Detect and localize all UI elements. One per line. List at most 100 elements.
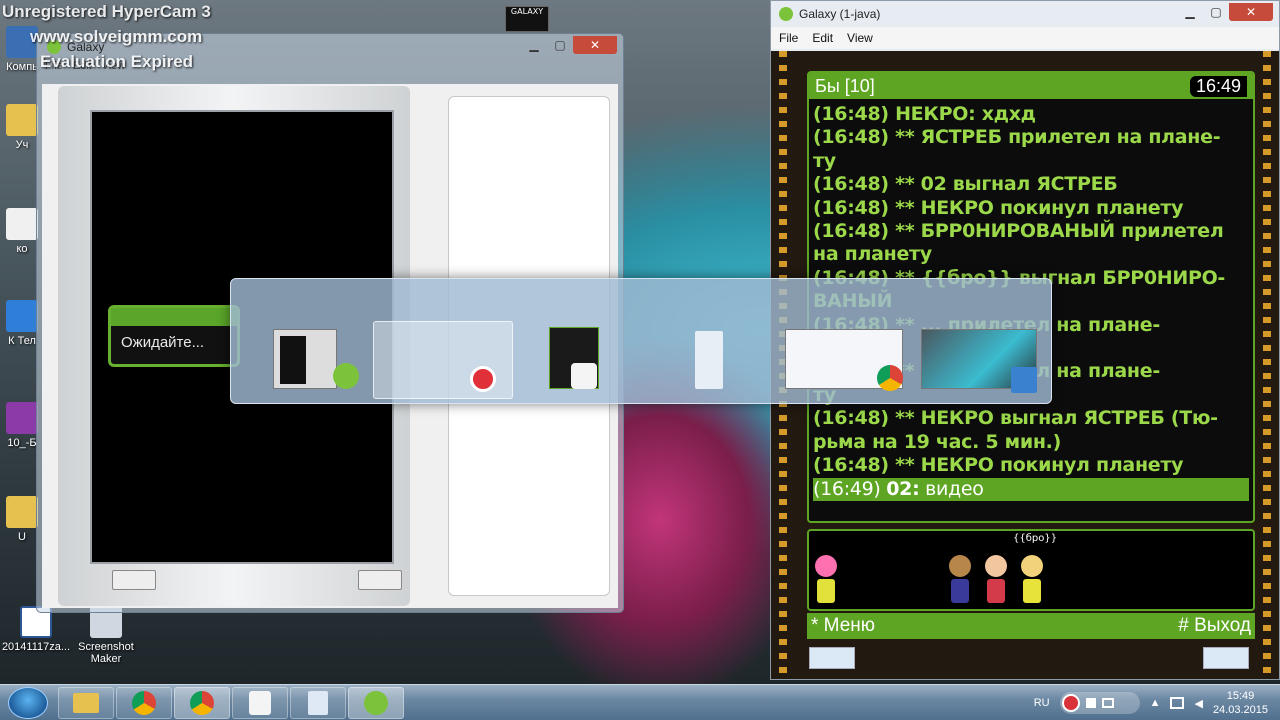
language-indicator[interactable]: RU xyxy=(1034,697,1050,709)
folder-icon xyxy=(73,693,99,713)
watermark-line-1: Unregistered HyperCam 3 xyxy=(2,2,211,21)
chat-message[interactable]: (16:48) ** БРР0НИРОВАНЫЙ прилетел xyxy=(813,220,1249,243)
galaxy-tray-thumbnail[interactable]: GALAXY xyxy=(505,6,549,32)
shortcut-icon xyxy=(6,300,38,332)
clock-date: 24.03.2015 xyxy=(1212,704,1268,716)
notepad-icon xyxy=(308,691,328,715)
avatar[interactable] xyxy=(947,555,973,605)
recorder-controls[interactable] xyxy=(1059,692,1140,714)
java-icon xyxy=(571,363,597,389)
message-text: на планету xyxy=(813,243,932,266)
menu-view[interactable]: View xyxy=(847,31,873,45)
folder-icon xyxy=(6,104,38,136)
taskbar-java-button[interactable] xyxy=(232,687,288,719)
avatar[interactable] xyxy=(813,555,839,605)
taskbar-chrome-button-2[interactable] xyxy=(174,687,230,719)
taskbar-notepad-button[interactable] xyxy=(290,687,346,719)
record-icon xyxy=(470,366,496,392)
close-button[interactable]: ✕ xyxy=(573,36,617,54)
desktop-icon-screenshot-maker[interactable]: Screenshot Maker xyxy=(70,606,142,665)
stop-icon[interactable] xyxy=(1085,698,1096,708)
avatar[interactable] xyxy=(983,555,1009,605)
switcher-item-notepad[interactable] xyxy=(671,323,791,397)
message-nick[interactable]: 02: xyxy=(886,478,919,500)
chat-message[interactable]: ту xyxy=(813,150,1249,173)
chat-message[interactable]: (16:48) НЕКРО: хдхд xyxy=(813,103,1249,126)
message-time: (16:48) xyxy=(813,173,889,196)
start-button[interactable] xyxy=(8,687,48,719)
network-icon[interactable] xyxy=(1170,697,1185,709)
message-time: (16:48) xyxy=(813,220,889,243)
message-text: ** 02 выгнал ЯСТРЕБ xyxy=(888,173,1118,196)
message-nick[interactable]: НЕКРО: xyxy=(895,103,976,125)
system-tray: RU ▲ ◀ 15:49 24.03.2015 xyxy=(1034,685,1280,720)
minimize-button[interactable]: ▁ xyxy=(521,36,547,54)
chat-message[interactable]: (16:48) ** 02 выгнал ЯСТРЕБ xyxy=(813,173,1249,196)
message-time: (16:48) xyxy=(813,126,889,149)
left-softkey-button[interactable] xyxy=(809,647,855,669)
avatars-panel[interactable]: {{бро}} xyxy=(807,529,1255,611)
java-icon xyxy=(249,691,271,715)
message-text: видео xyxy=(919,477,984,500)
record-icon[interactable] xyxy=(1061,694,1080,712)
message-text: ** БРР0НИРОВАНЫЙ прилетел xyxy=(888,220,1224,243)
camera-icon[interactable] xyxy=(1101,698,1114,708)
avatar-nick-label: {{бро}} xyxy=(1013,533,1058,544)
message-text: ** НЕКРО покинул планету xyxy=(888,196,1184,219)
chat-message[interactable]: (16:48) ** НЕКРО выгнал ЯСТРЕБ (Тю- xyxy=(813,407,1249,430)
close-button[interactable]: ✕ xyxy=(1229,3,1273,21)
menu-softkey[interactable]: * Меню xyxy=(811,615,875,637)
switcher-item-java[interactable] xyxy=(531,323,651,397)
right-softkey-button[interactable] xyxy=(1203,647,1249,669)
exit-softkey[interactable]: # Выход xyxy=(1178,615,1251,637)
message-time: (16:48) xyxy=(813,196,889,219)
switcher-item-chrome[interactable] xyxy=(785,323,905,397)
desktop-icon xyxy=(1011,367,1037,393)
switcher-item-galaxy[interactable] xyxy=(253,323,373,397)
chat-softkey-bar: * Меню # Выход xyxy=(807,613,1255,639)
left-softkey-button[interactable] xyxy=(112,570,156,590)
alien-icon xyxy=(779,7,793,21)
chat-message[interactable]: рьма на 19 час. 5 мин.) xyxy=(813,431,1249,454)
loading-dialog-header xyxy=(111,308,237,326)
chat-message[interactable]: (16:48) ** НЕКРО покинул планету xyxy=(813,197,1249,220)
message-text: ** НЕКРО покинул планету xyxy=(888,454,1184,477)
clock[interactable]: 15:49 24.03.2015 xyxy=(1213,689,1268,717)
taskbar-explorer-button[interactable] xyxy=(58,687,114,719)
window-switcher[interactable] xyxy=(230,278,1052,404)
right-softkey-button[interactable] xyxy=(358,570,402,590)
desktop-icon-word-document[interactable]: 20141117za... xyxy=(0,606,72,653)
maximize-button[interactable]: ▢ xyxy=(547,36,573,54)
chat-message[interactable]: на планету xyxy=(813,243,1249,266)
window-controls: ▁ ▢ ✕ xyxy=(521,36,617,54)
message-text: хдхд xyxy=(975,103,1036,125)
menu-edit[interactable]: Edit xyxy=(812,31,833,45)
document-icon xyxy=(6,208,38,240)
window-thumbnail xyxy=(273,329,337,389)
folder-icon xyxy=(6,496,38,528)
switcher-item-desktop[interactable] xyxy=(921,323,1041,397)
taskbar-chrome-button[interactable] xyxy=(116,687,172,719)
volume-icon[interactable]: ◀ xyxy=(1194,697,1202,710)
watermark-line-2: www.solveigmm.com xyxy=(30,27,203,46)
menu-file[interactable]: File xyxy=(779,31,798,45)
chat-header: Бы [10] 16:49 xyxy=(809,73,1253,99)
message-time: (16:48) xyxy=(813,407,889,430)
maximize-button[interactable]: ▢ xyxy=(1203,3,1229,21)
avatar[interactable] xyxy=(1019,555,1045,605)
watermark-line-3: Evaluation Expired xyxy=(40,52,194,71)
switcher-item-record[interactable] xyxy=(373,321,513,399)
archive-icon xyxy=(6,402,38,434)
taskbar-galaxy-button[interactable] xyxy=(348,687,404,719)
chat-message[interactable]: (16:48) ** ЯСТРЕБ прилетел на плане- xyxy=(813,126,1249,149)
chat-message[interactable]: (16:48) ** НЕКРО покинул планету xyxy=(813,454,1249,477)
chat-message[interactable]: (16:49) 02: видео xyxy=(813,477,1249,501)
minimize-button[interactable]: ▁ xyxy=(1177,3,1203,21)
chrome-icon xyxy=(132,691,156,715)
window-title: Galaxy (1-java) xyxy=(799,7,881,21)
show-hidden-icons-button[interactable]: ▲ xyxy=(1150,697,1161,709)
message-time: (16:48) xyxy=(813,454,889,477)
chat-clock: 16:49 xyxy=(1189,75,1247,97)
chrome-icon xyxy=(190,691,214,715)
window-controls: ▁ ▢ ✕ xyxy=(1177,3,1273,21)
